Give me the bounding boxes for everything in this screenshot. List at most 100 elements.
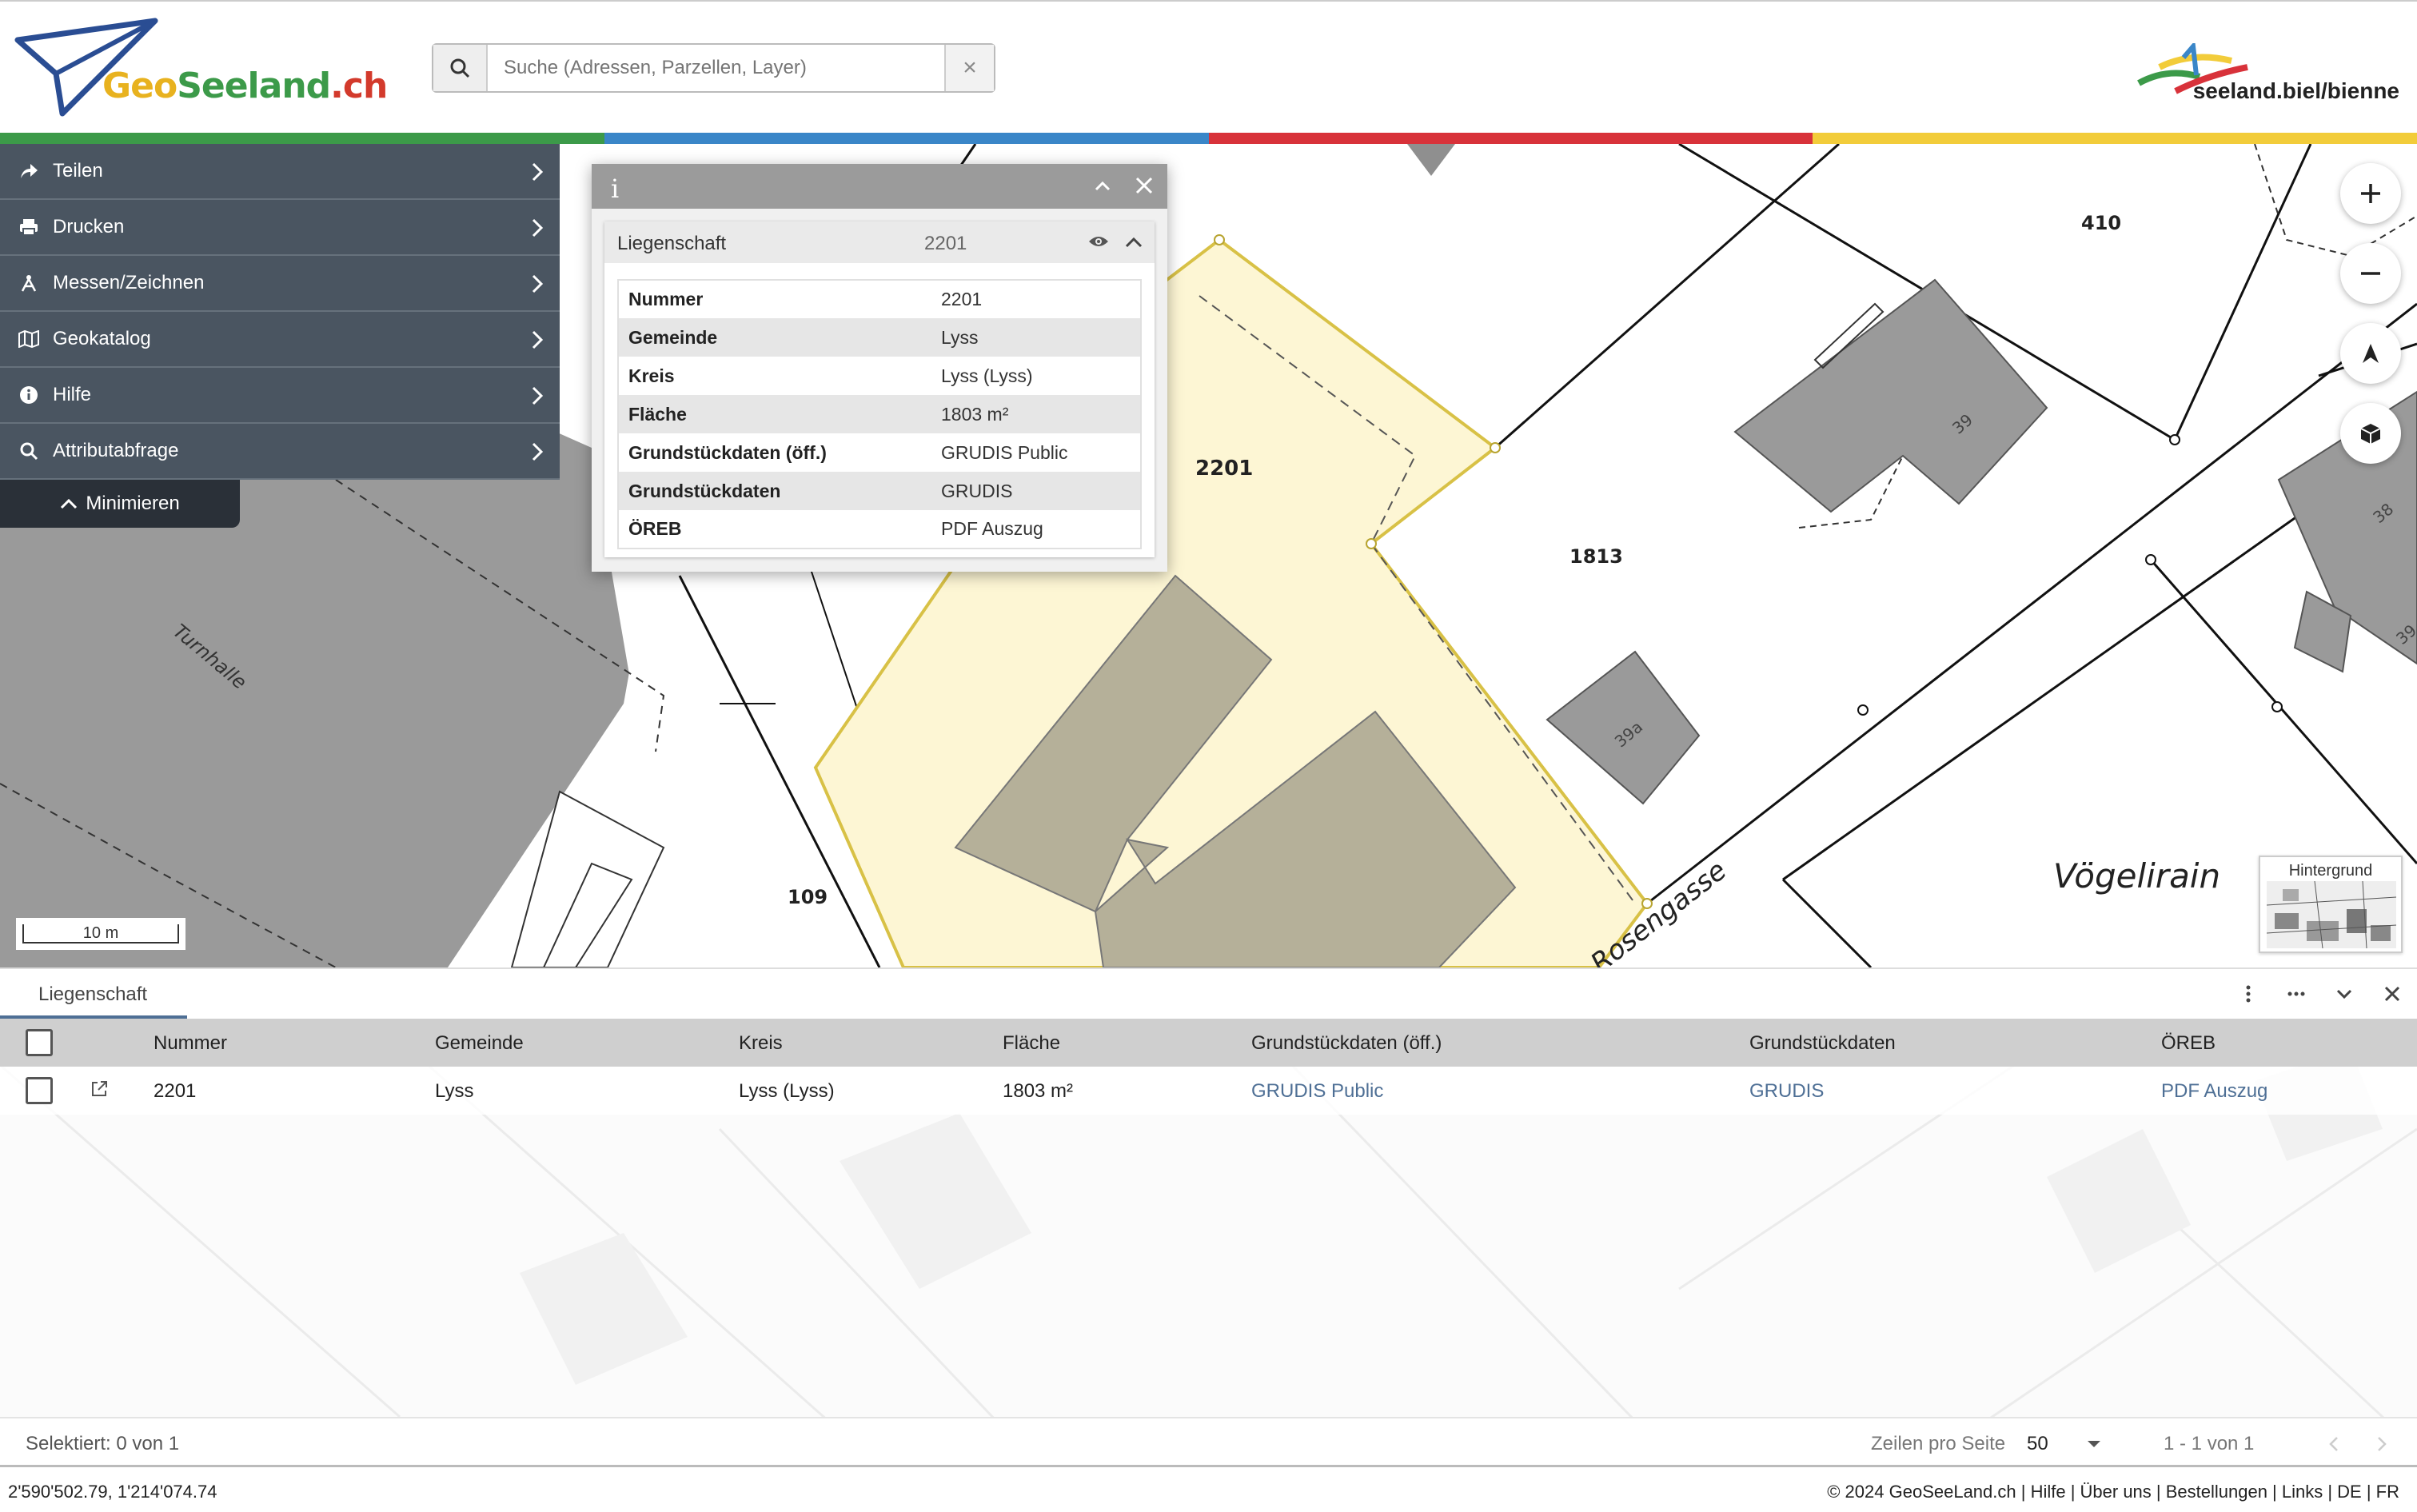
column-header-grundstueck-oeff[interactable]: Grundstückdaten (öff.) xyxy=(1251,1032,1442,1055)
close-icon: × xyxy=(963,54,977,81)
column-header-gemeinde[interactable]: Gemeinde xyxy=(435,1032,524,1055)
row-select-checkbox[interactable] xyxy=(26,1077,53,1104)
card-number: 2201 xyxy=(924,233,967,254)
3d-view-button[interactable] xyxy=(2340,403,2401,464)
column-header-flaeche[interactable]: Fläche xyxy=(1003,1032,1060,1055)
map-icon xyxy=(18,328,40,350)
search-icon xyxy=(450,58,470,78)
popup-collapse-button[interactable] xyxy=(1092,175,1113,196)
minus-icon xyxy=(2361,272,2380,275)
column-header-nummer[interactable]: Nummer xyxy=(154,1032,227,1055)
menu-item-attributabfrage[interactable]: Attributabfrage xyxy=(0,424,560,480)
minimize-menu-button[interactable]: Minimieren xyxy=(0,480,240,528)
close-icon xyxy=(2384,986,2400,1002)
link-grudis-public[interactable]: GRUDIS Public xyxy=(1251,1080,1383,1103)
zoom-out-button[interactable] xyxy=(2340,243,2401,304)
menu-item-drucken[interactable]: Drucken xyxy=(0,200,560,256)
chevron-right-icon xyxy=(532,218,544,237)
brand-text: seeland.biel/bienne xyxy=(2192,78,2399,103)
pagination-range: 1 - 1 von 1 xyxy=(2164,1433,2255,1454)
link-grudis[interactable]: GRUDIS xyxy=(1749,1080,1824,1103)
cell-nummer: 2201 xyxy=(154,1080,197,1102)
geoseeland-logo[interactable]: GeoSeeland.ch xyxy=(14,16,388,120)
menu-item-messen-zeichnen[interactable]: Messen/Zeichnen xyxy=(0,256,560,312)
cube-icon xyxy=(2360,424,2381,444)
rows-per-page-select[interactable]: 50 xyxy=(2027,1430,2107,1457)
app-header: GeoSeeland.ch × seeland.biel/bienne xyxy=(0,0,2417,133)
search-icon xyxy=(18,440,40,462)
search-button[interactable] xyxy=(433,45,488,91)
table-row: Grundstückdaten GRUDIS xyxy=(618,472,1141,510)
liegenschaft-card: Liegenschaft 2201 Nummer 2201 Gemeinde Lys… xyxy=(604,221,1155,557)
table-row: Gemeinde Lyss xyxy=(618,318,1141,357)
zoom-in-button[interactable] xyxy=(2340,163,2401,224)
menu-item-teilen[interactable]: Teilen xyxy=(0,144,560,200)
print-icon xyxy=(18,216,40,238)
background-switcher[interactable]: Hintergrund xyxy=(2259,856,2403,953)
scale-bar: 10 m xyxy=(16,918,185,950)
map-area-building-top xyxy=(1407,144,1455,176)
search-bar: × xyxy=(432,43,995,93)
column-header-oereb[interactable]: ÖREB xyxy=(2161,1032,2216,1055)
table-row: Kreis Lyss (Lyss) xyxy=(628,365,1033,386)
previous-page-button[interactable] xyxy=(2328,1436,2339,1452)
color-stripe xyxy=(0,133,2417,144)
cell-flaeche: 1803 m² xyxy=(1003,1080,1074,1102)
more-vertical-icon xyxy=(2246,985,2251,1003)
select-all-checkbox[interactable] xyxy=(26,1029,53,1056)
column-header-grundstueck[interactable]: Grundstückdaten xyxy=(1749,1032,1896,1055)
chevron-up-icon[interactable] xyxy=(1123,231,1145,253)
share-icon xyxy=(18,160,40,182)
popup-close-button[interactable] xyxy=(1132,174,1156,197)
background-thumbnail xyxy=(2267,881,2396,948)
status-bar: 2'590'502.79, 1'214'074.74 © 2024 GeoSee… xyxy=(0,1465,2417,1512)
side-menu: Teilen Drucken Messen/Zeichnen Geokatalo… xyxy=(0,144,560,528)
close-panel-button[interactable] xyxy=(2379,980,2406,1007)
map-label-410: 410 xyxy=(2081,212,2121,234)
eye-icon[interactable] xyxy=(1087,233,1110,250)
table-row: Fläche 1803 m² xyxy=(618,395,1141,433)
cell-kreis: Lyss (Lyss) xyxy=(739,1080,835,1102)
attribute-panel: Liegenschaft Nummer Gemeinde Kreis Fläch… xyxy=(0,967,2417,1466)
chevron-right-icon xyxy=(532,442,544,461)
map-label-2201: 2201 xyxy=(1195,457,1253,481)
chevron-right-icon xyxy=(532,386,544,405)
more-vertical-button[interactable] xyxy=(2235,980,2262,1007)
north-arrow-button[interactable] xyxy=(2340,323,2401,384)
panel-tab-bar: Liegenschaft xyxy=(0,969,2417,1019)
table-row: ÖREB PDF Auszug xyxy=(628,518,1043,539)
menu-item-geokatalog[interactable]: Geokatalog xyxy=(0,312,560,368)
chevron-up-icon xyxy=(61,498,78,509)
next-page-button[interactable] xyxy=(2376,1436,2387,1452)
navigation-arrow-icon xyxy=(2363,344,2379,363)
external-link-icon[interactable] xyxy=(90,1079,109,1099)
search-input[interactable] xyxy=(488,45,944,91)
map-label-voegelirain: Vögelirain xyxy=(2053,856,2220,896)
more-horizontal-button[interactable] xyxy=(2283,980,2310,1007)
logo-text: GeoSeeland.ch xyxy=(102,66,388,106)
rows-per-page-label: Zeilen pro Seite xyxy=(1871,1433,2006,1454)
attribute-table: Nummer 2201 Gemeinde Lyss Kreis Lyss (Lyss)… xyxy=(617,279,1142,549)
chevron-right-icon xyxy=(532,162,544,182)
chevron-down-icon xyxy=(2336,989,2352,999)
dropdown-arrow-icon xyxy=(2088,1441,2100,1447)
card-header[interactable]: Liegenschaft 2201 xyxy=(604,221,1155,263)
table-row[interactable]: 2201 Lyss Lyss (Lyss) 1803 m² GRUDIS Pub… xyxy=(0,1067,2417,1115)
measure-icon xyxy=(18,272,40,294)
table-row: Nummer 2201 xyxy=(628,289,983,309)
grid-footer: Selektiert: 0 von 1 Zeilen pro Seite 50 … xyxy=(0,1417,2417,1466)
grid-header: Nummer Gemeinde Kreis Fläche Grundstückd… xyxy=(0,1019,2417,1067)
footer-links[interactable]: © 2024 GeoSeeLand.ch | Hilfe | Über uns … xyxy=(1827,1482,2399,1502)
seeland-brand-logo[interactable]: seeland.biel/bienne xyxy=(2112,43,2399,115)
menu-item-hilfe[interactable]: Hilfe xyxy=(0,368,560,424)
coordinates-readout: 2'590'502.79, 1'214'074.74 xyxy=(8,1482,217,1502)
collapse-panel-button[interactable] xyxy=(2331,980,2358,1007)
info-icon xyxy=(18,384,40,406)
feature-info-popup: i Liegenschaft 2201 Nummer 2201 Gemeinde L… xyxy=(592,164,1167,572)
popup-header: i xyxy=(592,164,1167,209)
tab-liegenschaft[interactable]: Liegenschaft xyxy=(0,969,187,1019)
link-pdf-auszug[interactable]: PDF Auszug xyxy=(2161,1080,2267,1103)
map-label-1813: 1813 xyxy=(1569,545,1623,568)
search-clear-button[interactable]: × xyxy=(944,45,994,91)
column-header-kreis[interactable]: Kreis xyxy=(739,1032,783,1055)
